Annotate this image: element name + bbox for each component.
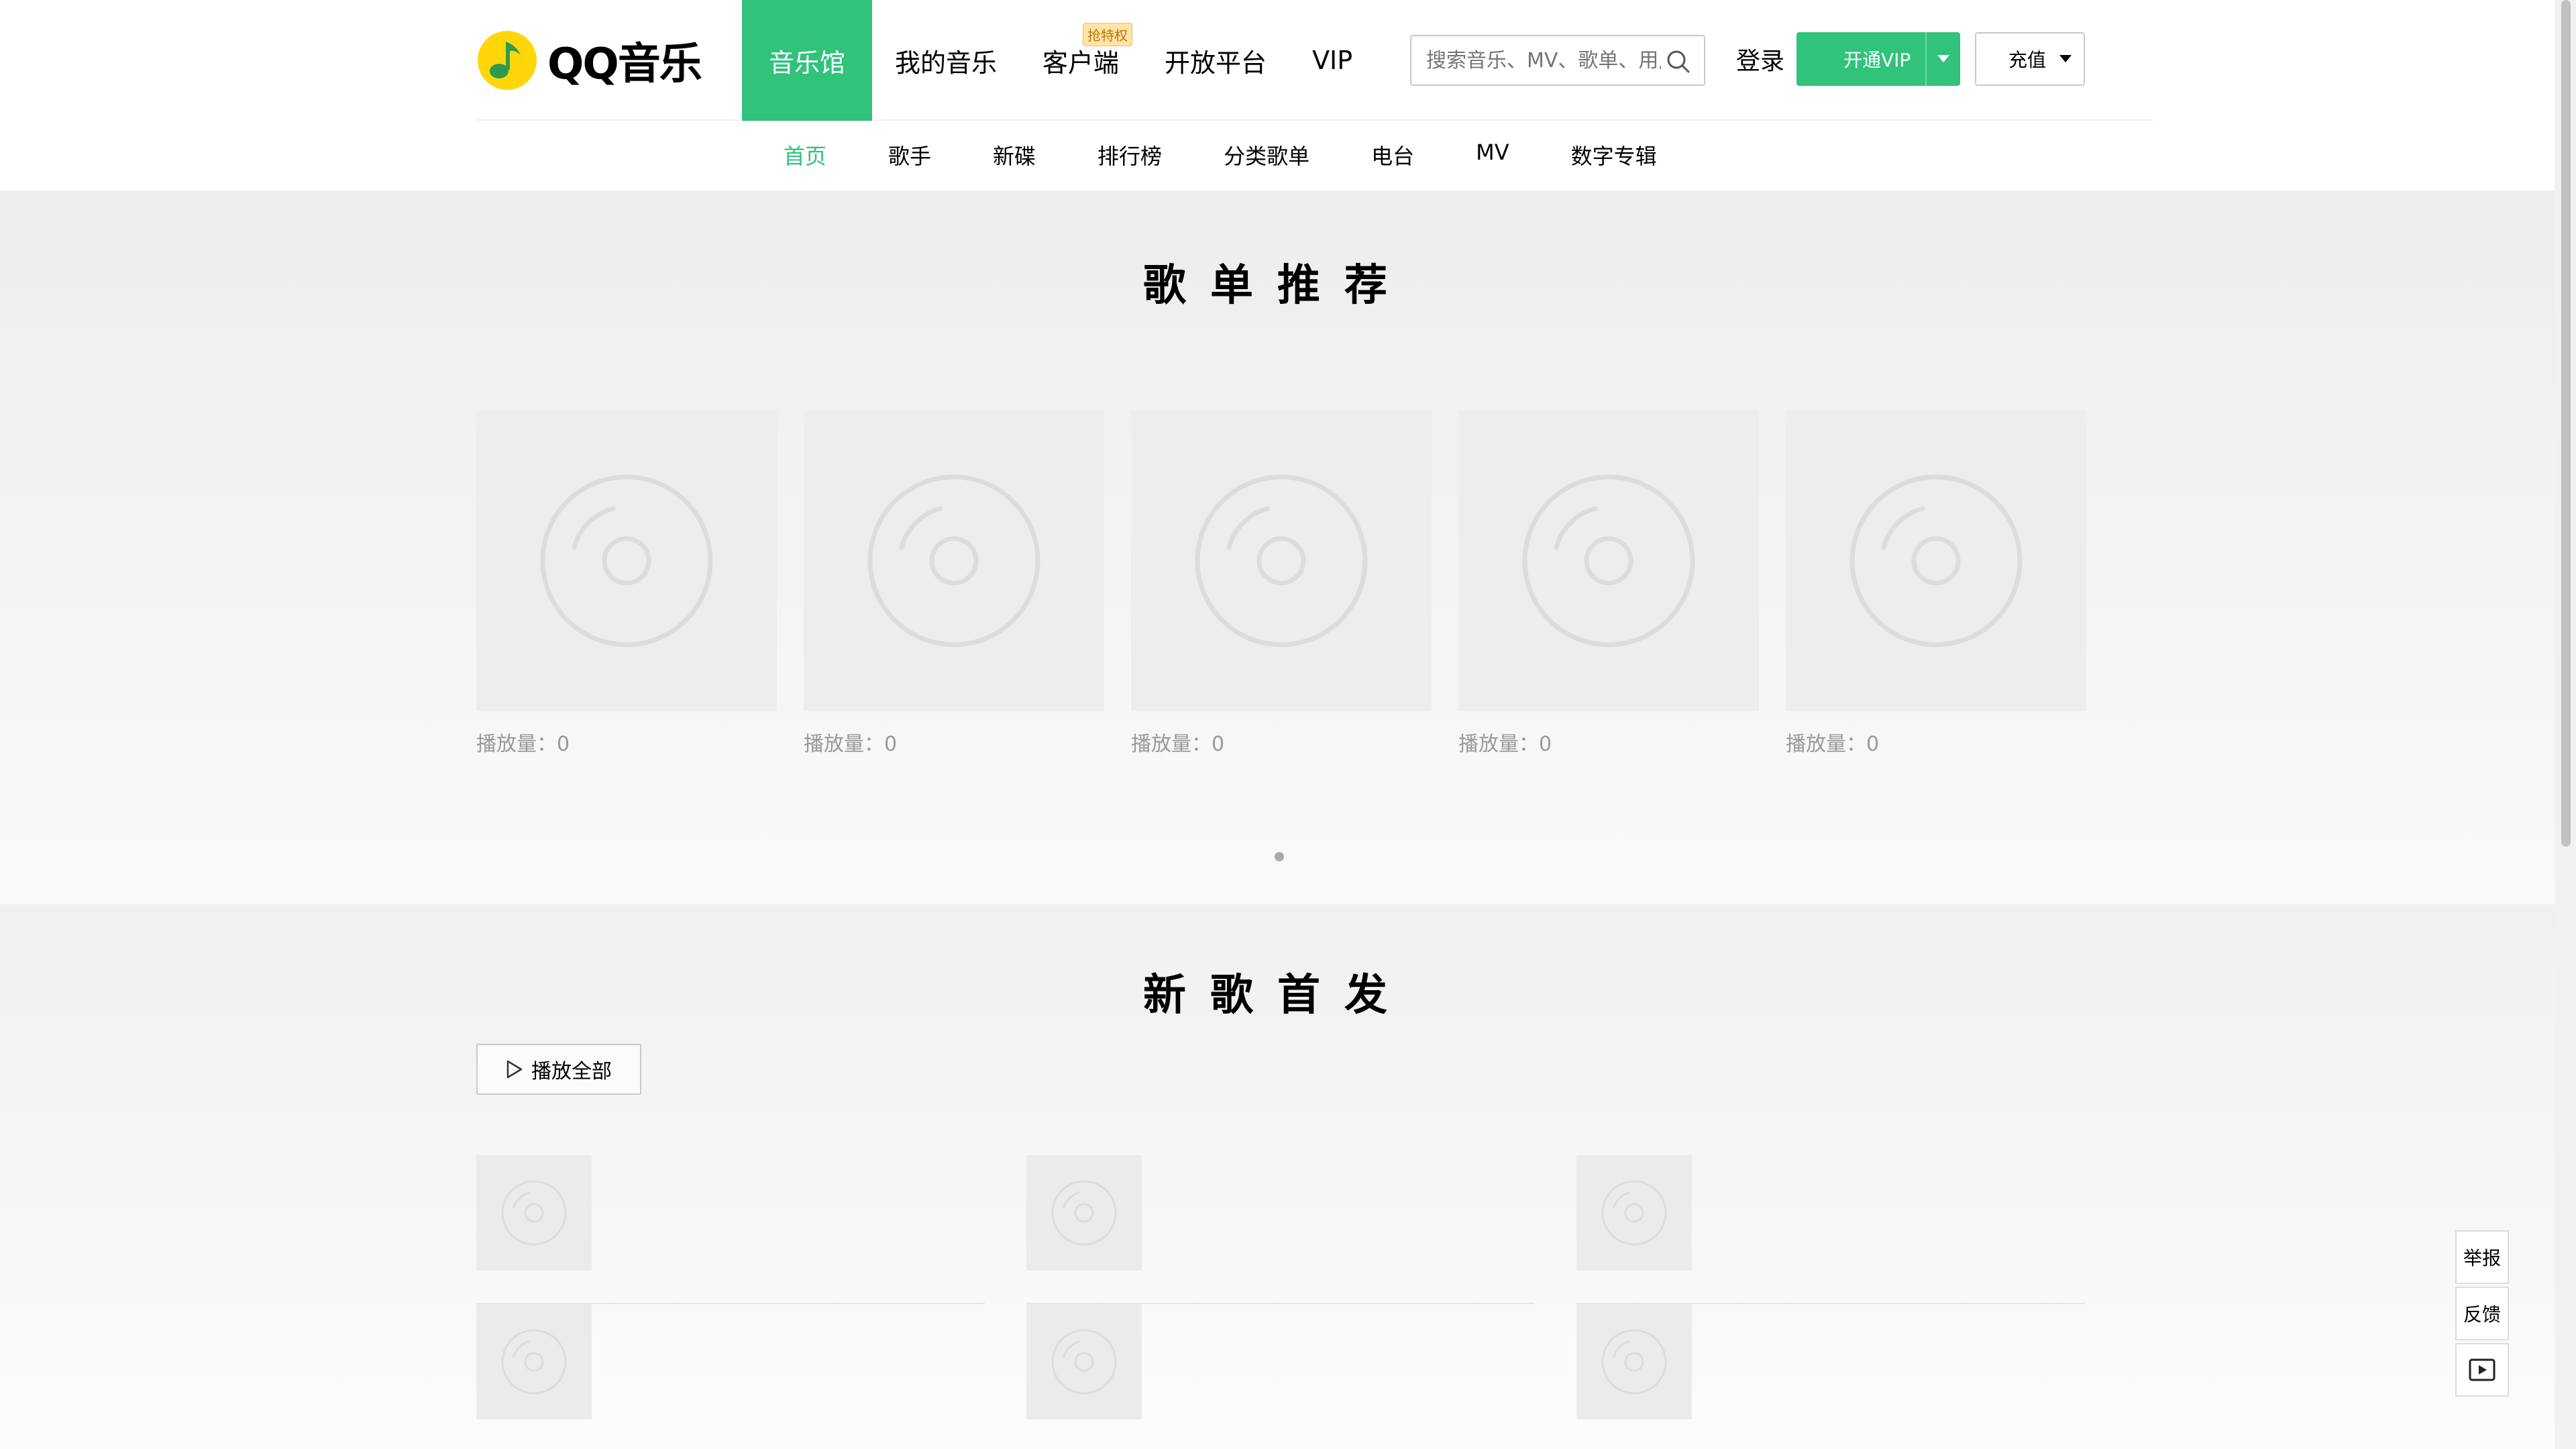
new-song-list [476,1155,2086,1449]
login-link[interactable]: 登录 [1736,42,1784,76]
sub-nav-charts[interactable]: 排行榜 [1097,140,1162,170]
top-nav-client[interactable]: 客户端 抢特权 [1020,0,1142,121]
disc-placeholder-icon [867,474,1040,647]
sub-nav-category-playlist[interactable]: 分类歌单 [1224,140,1309,170]
song-item[interactable] [1576,1155,2085,1304]
play-all-label: 播放全部 [531,1061,612,1083]
chevron-down-icon[interactable] [2059,55,2072,62]
scrollbar-thumb[interactable] [2561,0,2571,847]
song-cover[interactable] [1576,1155,1692,1271]
playlist-cover[interactable] [804,411,1104,711]
vip-button-divider [1925,32,1927,86]
song-cover[interactable] [1026,1155,1142,1271]
play-count: 播放量：0 [1458,733,1552,756]
search-input[interactable] [1426,48,1661,72]
song-item[interactable] [476,1304,985,1449]
playlist-card[interactable]: 播放量：0 [804,411,1104,757]
header: QQ音乐 音乐馆 我的音乐 客户端 抢特权 开放平台 VIP 登录 开通VIP [0,0,2555,191]
disc-placeholder-icon [540,474,713,647]
play-count: 播放量：0 [1131,733,1225,756]
section-title: 新歌首发 [1143,971,1411,1020]
sub-nav-mv[interactable]: MV [1476,140,1509,170]
song-item[interactable] [1026,1155,1535,1304]
disc-placeholder-icon [1522,474,1695,647]
logo-text: QQ音乐 [547,40,702,89]
playlist-cards: 播放量：0 播放量：0 播放量：0 播放量：0 播放量：0 [476,411,2113,757]
sub-nav-radio[interactable]: 电台 [1371,140,1414,170]
qq-music-logo-icon [478,31,537,90]
song-row [476,1155,2086,1304]
disc-placeholder-icon [1601,1329,1667,1395]
song-item[interactable] [1576,1304,2085,1449]
play-count: 播放量：0 [1786,733,1880,756]
play-count: 播放量：0 [804,733,898,756]
sub-nav: 首页 歌手 新碟 排行榜 分类歌单 电台 MV 数字专辑 [784,140,1719,170]
side-tools: 举报 反馈 [2455,1230,2509,1399]
search-icon[interactable] [1665,48,1692,75]
play-icon [506,1060,523,1079]
sub-nav-singer[interactable]: 歌手 [888,140,931,170]
privilege-badge: 抢特权 [1083,23,1133,46]
video-play-icon [2469,1358,2496,1381]
playlist-card[interactable]: 播放量：0 [1786,411,2086,757]
song-item[interactable] [476,1155,985,1304]
song-cover[interactable] [1026,1304,1142,1419]
search-box [1410,35,1705,86]
feedback-button[interactable]: 反馈 [2455,1287,2509,1340]
playlist-cover[interactable] [1458,411,1759,711]
carousel-page-dot[interactable] [1275,852,1284,861]
scrollbar[interactable] [2555,0,2576,1449]
disc-placeholder-icon [501,1180,567,1246]
sub-nav-new-album[interactable]: 新碟 [993,140,1036,170]
disc-placeholder-icon [501,1329,567,1395]
logo[interactable]: QQ音乐 [476,27,702,94]
open-vip-button[interactable]: 开通VIP [1796,32,1960,86]
playlist-card[interactable]: 播放量：0 [476,411,777,757]
recharge-button[interactable]: 充值 [1975,32,2085,86]
playlist-cover[interactable] [1131,411,1432,711]
sub-nav-home[interactable]: 首页 [784,140,826,170]
playlist-recommend-section: 歌单推荐 播放量：0 播放量：0 播放量：0 播放量：0 播放量：0 [0,191,2555,904]
song-cover[interactable] [1576,1304,1692,1419]
report-button[interactable]: 举报 [2455,1230,2509,1284]
chevron-down-icon[interactable] [1937,55,1949,62]
disc-placeholder-icon [1051,1180,1117,1246]
song-item[interactable] [1026,1304,1535,1449]
play-all-button[interactable]: 播放全部 [476,1044,641,1095]
video-play-button[interactable] [2455,1343,2509,1397]
sub-nav-digital-album[interactable]: 数字专辑 [1571,140,1657,170]
playlist-card[interactable]: 播放量：0 [1131,411,1432,757]
song-row [476,1304,2086,1449]
new-songs-section: 新歌首发 播放全部 [0,904,2555,1449]
top-nav-music-hall[interactable]: 音乐馆 [742,0,873,121]
playlist-cover[interactable] [1786,411,2086,711]
top-nav-my-music[interactable]: 我的音乐 [872,0,1020,121]
playlist-card[interactable]: 播放量：0 [1458,411,1759,757]
top-nav-open-platform[interactable]: 开放平台 [1142,0,1289,121]
play-count: 播放量：0 [476,733,570,756]
disc-placeholder-icon [1849,474,2023,647]
open-vip-label: 开通VIP [1843,49,1911,71]
top-nav-vip[interactable]: VIP [1289,0,1375,121]
recharge-label: 充值 [2008,49,2047,71]
song-cover[interactable] [476,1155,592,1271]
section-title: 歌单推荐 [1143,261,1411,311]
top-nav-client-label: 客户端 [1042,48,1120,78]
disc-placeholder-icon [1601,1180,1667,1246]
disc-placeholder-icon [1051,1329,1117,1395]
top-nav: 音乐馆 我的音乐 客户端 抢特权 开放平台 VIP [742,0,1375,121]
disc-placeholder-icon [1195,474,1368,647]
playlist-cover[interactable] [476,411,777,711]
song-cover[interactable] [476,1304,592,1419]
header-bar: QQ音乐 音乐馆 我的音乐 客户端 抢特权 开放平台 VIP 登录 开通VIP [476,0,2153,121]
